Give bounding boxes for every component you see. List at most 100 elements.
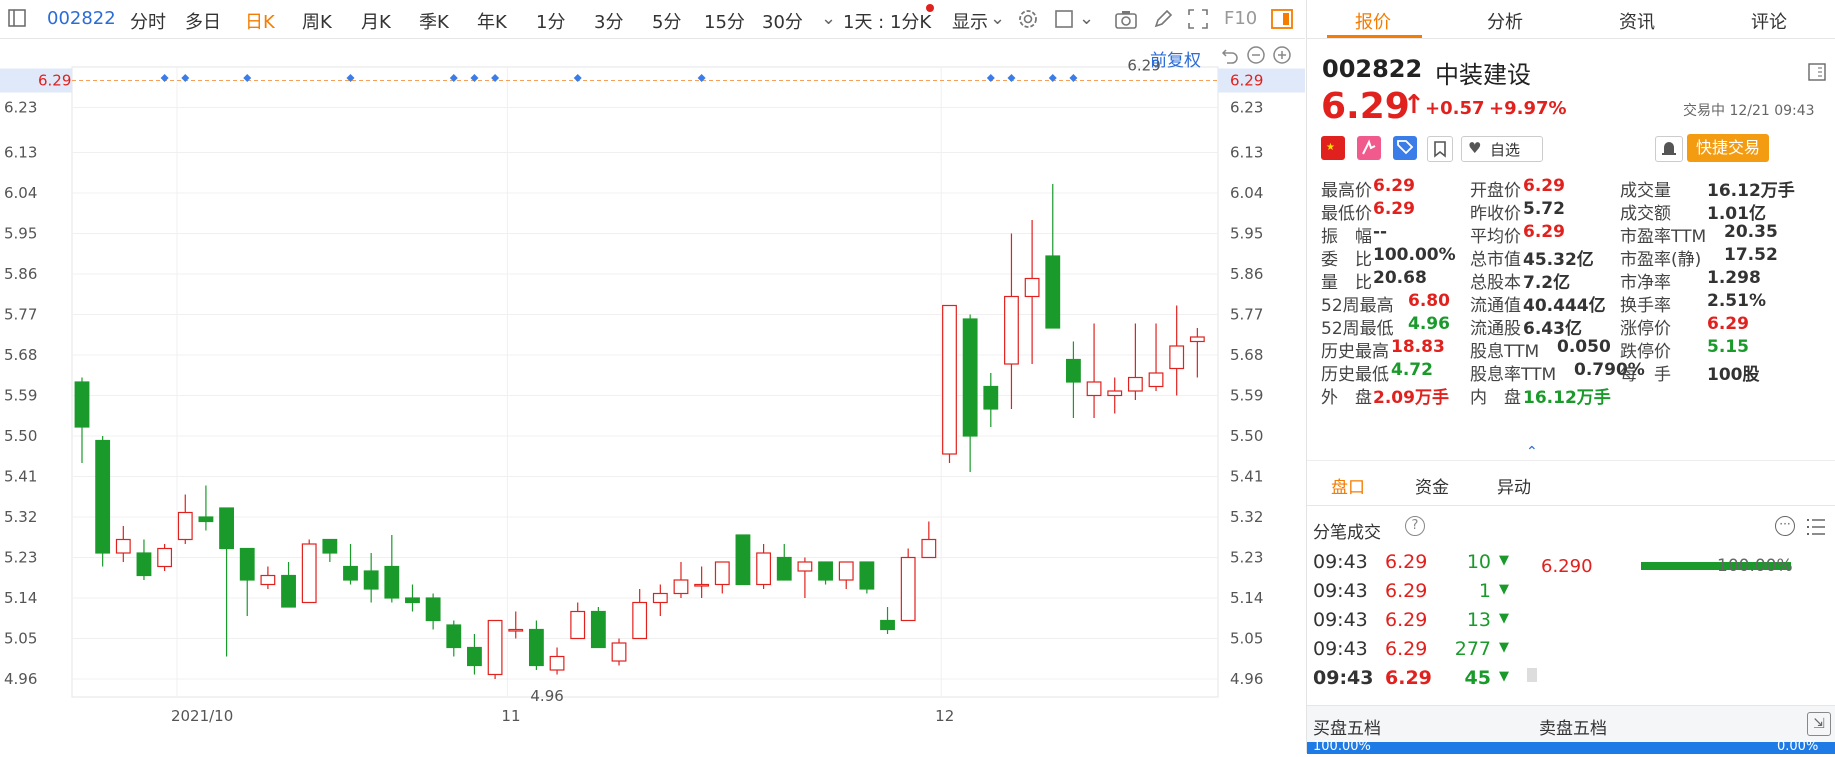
quote-label: 流通股 <box>1470 319 1521 339</box>
quote-label: 委 比 <box>1321 250 1372 270</box>
pencil-icon[interactable] <box>1151 7 1175 31</box>
tab-1min[interactable]: 1分 <box>536 8 565 34</box>
y-tick-left: 5.59 <box>4 387 37 405</box>
tab-quarterly-k[interactable]: 季K <box>419 8 449 34</box>
list-icon[interactable] <box>1805 516 1827 542</box>
up-arrow-icon: ↑ <box>1403 90 1425 120</box>
candle-body <box>797 561 813 572</box>
chevron-down-icon[interactable]: ⌄ <box>1079 8 1094 29</box>
tab-monthly-k[interactable]: 月K <box>361 8 391 34</box>
tab-pankou[interactable]: 盘口 <box>1331 473 1365 498</box>
tab-weekly-k[interactable]: 周K <box>302 8 332 34</box>
y-tick-right: 5.95 <box>1230 225 1263 243</box>
trade-time: 09:43 <box>1313 580 1368 602</box>
quote-label: 总市值 <box>1470 250 1521 270</box>
candle-body <box>962 318 978 437</box>
trades-scrollbar[interactable] <box>1527 668 1537 682</box>
margin-icon[interactable] <box>1357 136 1381 160</box>
tab-15min[interactable]: 15分 <box>704 8 745 34</box>
tab-analysis[interactable]: 分析 <box>1487 8 1523 34</box>
alert-bell-icon[interactable] <box>1655 136 1683 162</box>
sidebar-toggle-icon[interactable] <box>6 7 30 31</box>
quote-value: 45.32亿 <box>1523 250 1594 270</box>
add-watchlist-button[interactable]: ♥ 自选 <box>1461 136 1543 162</box>
tab-30min[interactable]: 30分 <box>762 8 803 34</box>
stock-code-tab[interactable]: 002822 <box>47 8 116 29</box>
candle-body <box>880 619 895 631</box>
camera-icon[interactable] <box>1113 7 1137 31</box>
more-icon[interactable]: ··· <box>1775 516 1795 536</box>
tab-daily-k[interactable]: 日K <box>245 8 275 34</box>
candle-body <box>157 547 173 568</box>
candle-body <box>652 592 668 604</box>
candle-body <box>177 511 193 541</box>
candle-body <box>425 597 441 622</box>
help-icon[interactable]: ? <box>1405 516 1425 536</box>
zoom-in-icon[interactable] <box>1272 45 1292 69</box>
zoom-out-icon[interactable] <box>1246 45 1266 69</box>
quote-value: 6.29 <box>1523 176 1565 196</box>
trade-price: 6.29 <box>1385 667 1432 689</box>
bookmark-icon[interactable] <box>1427 136 1453 162</box>
tab-multiday[interactable]: 多日 <box>185 8 221 34</box>
candle-body <box>1045 255 1061 329</box>
range-select[interactable]: 1天 : 1分K <box>843 8 931 34</box>
quote-label: 每 手 <box>1620 365 1671 385</box>
quote-label: 换手率 <box>1620 296 1671 316</box>
candle-body <box>467 646 482 667</box>
layout-icon[interactable] <box>1807 62 1827 86</box>
settings-icon[interactable] <box>1016 7 1040 31</box>
overlay-square-icon[interactable] <box>1053 7 1077 31</box>
collapse-icon[interactable]: ⇲ <box>1807 712 1831 736</box>
quote-label: 涨停价 <box>1620 319 1671 339</box>
panel-toggle-icon[interactable] <box>1270 7 1294 31</box>
kline-chart-area[interactable]: 6.23 6.23 6.13 6.13 6.04 6.04 5.95 5.95 5.86 5.86… <box>0 39 1305 753</box>
quote-value: 100股 <box>1707 365 1760 385</box>
tab-3min[interactable]: 3分 <box>594 8 623 34</box>
tab-5min[interactable]: 5分 <box>652 8 681 34</box>
candle-body <box>1169 345 1185 370</box>
quote-label: 最高价 <box>1321 181 1372 201</box>
candle-body <box>1004 295 1019 365</box>
candle-body <box>838 561 854 581</box>
quote-value: 5.15 <box>1707 337 1749 357</box>
chevron-down-icon[interactable]: ⌄ <box>990 8 1005 29</box>
adjust-mode-button[interactable]: 前复权 <box>1150 46 1201 71</box>
stock-code: 002822 <box>1322 55 1423 83</box>
undo-icon[interactable] <box>1220 45 1240 69</box>
tag-icon[interactable] <box>1393 136 1417 160</box>
quote-value: 6.80 <box>1408 291 1450 311</box>
tab-news[interactable]: 资讯 <box>1619 8 1655 34</box>
sell-arrow-icon: ▼ <box>1499 640 1509 655</box>
display-menu[interactable]: 显示 <box>952 8 988 34</box>
quote-label: 流通值 <box>1470 296 1521 316</box>
kline-chart[interactable]: 6.23 6.23 6.13 6.13 6.04 6.04 5.95 5.95 5.86 5.86… <box>0 39 1305 753</box>
y-tick-right: 6.04 <box>1230 184 1263 202</box>
y-tick-left: 5.32 <box>4 508 37 526</box>
quote-value: 16.12万手 <box>1707 181 1795 201</box>
tab-quote[interactable]: 报价 <box>1355 8 1391 34</box>
panel-tabs: 报价 分析 资讯 评论 <box>1307 0 1835 39</box>
tab-fenshi[interactable]: 分时 <box>130 8 166 34</box>
quote-value: 6.29 <box>1523 222 1565 242</box>
quick-trade-button[interactable]: 快捷交易 <box>1687 134 1769 162</box>
tab-funds[interactable]: 资金 <box>1415 473 1449 498</box>
f10-button[interactable]: F10 <box>1224 8 1257 29</box>
trade-volume: 13 <box>1466 609 1491 631</box>
tab-comments[interactable]: 评论 <box>1751 8 1787 34</box>
chevron-up-icon[interactable]: ⌃ <box>1526 444 1538 460</box>
tab-unusual[interactable]: 异动 <box>1497 473 1531 498</box>
fullscreen-icon[interactable] <box>1186 7 1210 31</box>
candle-body <box>219 507 234 550</box>
trade-volume: 277 <box>1454 638 1491 660</box>
quote-label: 市盈率TTM <box>1620 227 1707 247</box>
y-tick-left: 5.41 <box>4 468 37 486</box>
quote-value: 16.12万手 <box>1523 388 1611 408</box>
tab-yearly-k[interactable]: 年K <box>477 8 507 34</box>
stock-name: 中装建设 <box>1435 61 1531 89</box>
y-tick-left: 5.68 <box>4 346 37 364</box>
candle-body <box>590 610 606 649</box>
candle-body <box>260 574 276 586</box>
active-tab-underline <box>1327 35 1422 38</box>
chevron-down-icon[interactable]: ⌄ <box>821 8 836 29</box>
